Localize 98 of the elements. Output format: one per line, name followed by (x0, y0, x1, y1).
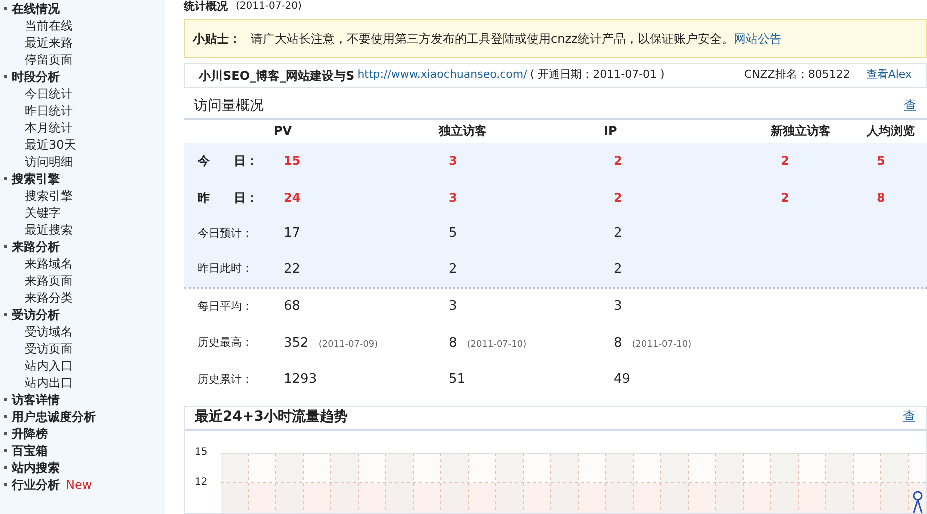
column-header: 独立访客 (439, 123, 488, 140)
table-cell-text: 2 (614, 153, 622, 170)
cnzz-rank: CNZZ排名：805122 (744, 67, 850, 84)
sidebar-group[interactable]: 站内搜索 (12, 458, 60, 476)
table-cell-text: 5 (877, 153, 886, 170)
sidebar-item[interactable]: 最近30天 (25, 136, 76, 154)
site-name: 小川SEO_博客_网站建设与S (199, 68, 355, 85)
table-cell-text: 2 (781, 190, 790, 207)
sidebar-group[interactable]: 受访分析 (12, 306, 60, 324)
sidebar-group[interactable]: 时段分析 (12, 68, 60, 86)
sidebar-item[interactable]: 当前在线 (25, 16, 73, 34)
row-label: 今 日： (198, 153, 259, 170)
section-title: 访问量概况 (194, 97, 264, 116)
table-cell-text: 68 (284, 298, 301, 316)
table-cell-text: 8 (877, 190, 886, 207)
section-title: 最近24+3小时流量趋势 (195, 408, 348, 428)
sidebar-group[interactable]: 用户忠诚度分析 (12, 408, 96, 426)
bullet-icon (4, 415, 7, 418)
bullet-icon (4, 483, 7, 486)
view-link[interactable]: 查 (904, 96, 917, 116)
table-cell-text: 51 (449, 371, 466, 390)
column-header: 人均浏览 (867, 123, 916, 140)
tip-text: 请广大站长注意，不要使用第三方发布的工具登陆或使用cnzz统计产品，以保证账户安全。 (251, 30, 734, 48)
table-cell-text: 2 (614, 260, 622, 279)
view-link[interactable]: 查 (903, 408, 916, 428)
axis-label: 12 (195, 476, 209, 489)
table-cell-text: 5 (449, 225, 458, 244)
sidebar-group[interactable]: 升降榜 (12, 424, 48, 442)
date-note: (2011-07-10) (632, 338, 692, 352)
new-label: New (66, 476, 92, 494)
sidebar-item[interactable]: 搜索引擎 (25, 186, 73, 204)
row-label: 历史累计： (198, 372, 254, 388)
row-label: 昨 日： (198, 190, 259, 207)
sidebar-group[interactable]: 访客详情 (12, 390, 60, 408)
column-header: IP (604, 123, 618, 140)
open-date: ( 开通日期：2011-07-01 ) (530, 67, 665, 84)
row-label: 昨日此时： (198, 261, 254, 278)
bullet-icon (4, 177, 7, 180)
page-title: 统计概况 (184, 0, 228, 12)
table-cell-text: 3 (449, 298, 458, 316)
sidebar-item[interactable]: 来路域名 (25, 254, 73, 272)
sidebar-item[interactable]: 站内出口 (25, 374, 73, 392)
sidebar-item[interactable]: 受访域名 (25, 322, 73, 340)
axis-label: 15 (195, 446, 209, 459)
table-cell-text: 3 (449, 153, 458, 170)
table-cell-text: 2 (614, 190, 622, 207)
sidebar-item[interactable]: 停留页面 (25, 50, 73, 68)
row-label: 每日平均： (198, 298, 254, 315)
sidebar-item[interactable]: 昨日统计 (25, 102, 73, 120)
sidebar-group[interactable]: 来路分析 (12, 238, 60, 256)
date-note: (2011-07-09) (318, 338, 378, 352)
table-cell-text: 49 (614, 371, 631, 390)
announcement-link[interactable]: 网站公告 (734, 30, 782, 48)
column-header: PV (274, 123, 294, 140)
sidebar-item[interactable]: 来路分类 (25, 288, 73, 306)
bullet-icon (4, 466, 7, 469)
table-cell-text: 15 (284, 153, 301, 170)
table-cell-text: 24 (284, 190, 301, 207)
table-cell-text: 1293 (284, 371, 318, 390)
sidebar-item[interactable]: 最近来路 (25, 34, 73, 52)
table-cell-text: 2 (449, 260, 458, 279)
tip-label: 小贴士： (193, 30, 241, 48)
page-date: (2011-07-20) (236, 2, 302, 12)
row-label: 今日预计： (198, 226, 254, 242)
sidebar-item[interactable]: 受访页面 (25, 340, 73, 358)
bullet-icon (4, 398, 7, 401)
table-cell-text: 22 (284, 260, 301, 279)
table-cell-text: 3 (449, 190, 458, 207)
bullet-icon (4, 432, 7, 435)
site-url[interactable]: http://www.xiaochuanseo.com/ (358, 67, 528, 84)
table-cell-text: 3 (614, 298, 622, 316)
sidebar-group[interactable]: 搜索引擎 (12, 170, 60, 188)
sidebar-group[interactable]: 在线情况 (12, 0, 60, 18)
table-cell-text: 2 (781, 153, 790, 170)
sidebar-item[interactable]: 来路页面 (25, 272, 73, 290)
bullet-icon (4, 313, 7, 316)
sidebar-item[interactable]: 关键字 (25, 204, 61, 222)
row-label: 历史最高： (198, 335, 254, 352)
table-cell-text: 352 (284, 334, 309, 353)
bullet-icon (4, 75, 7, 78)
sidebar-item[interactable]: 今日统计 (25, 84, 73, 102)
table-cell-text: 8 (449, 334, 458, 353)
sidebar-item[interactable]: 访问明细 (25, 152, 73, 170)
column-header: 新独立访客 (771, 123, 832, 140)
data-point-marker (913, 491, 923, 513)
date-note: (2011-07-10) (467, 338, 527, 352)
alexa-link[interactable]: 查看Alex (866, 67, 912, 84)
sidebar-item[interactable]: 最近搜索 (25, 220, 73, 238)
sidebar-item[interactable]: 站内入口 (25, 356, 73, 374)
sidebar-group[interactable]: 行业分析 (12, 476, 60, 494)
bullet-icon (4, 7, 7, 10)
bullet-icon (4, 245, 7, 248)
table-cell-text: 8 (614, 334, 622, 353)
sidebar-group[interactable]: 百宝箱 (12, 442, 48, 460)
bullet-icon (4, 449, 7, 452)
table-cell-text: 17 (284, 225, 301, 244)
table-cell-text: 2 (614, 225, 622, 244)
sidebar-item[interactable]: 本月统计 (25, 118, 73, 136)
